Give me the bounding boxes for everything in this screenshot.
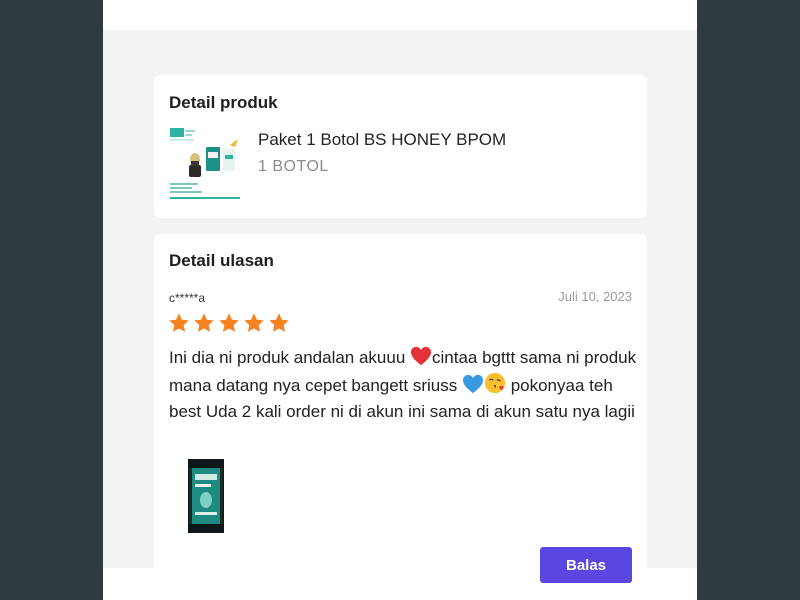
reviewer-name: c*****a	[169, 291, 206, 305]
face-blowing-kiss-icon	[484, 372, 506, 393]
product-thumbnail[interactable]	[168, 125, 242, 203]
product-detail-card: Detail produk Paket 1 Botol BS HONEY BPO…	[154, 75, 647, 218]
star-icon	[169, 313, 189, 332]
review-text-part1: Ini dia ni produk andalan akuuu	[169, 348, 411, 367]
red-heart-icon	[411, 346, 432, 366]
product-name: Paket 1 Botol BS HONEY BPOM	[258, 130, 507, 149]
content-area: Detail produk Paket 1 Botol BS HONEY BPO…	[103, 30, 697, 598]
phone-screen: Detail produk Paket 1 Botol BS HONEY BPO…	[103, 0, 697, 600]
star-icon	[269, 313, 289, 332]
star-icon	[219, 313, 239, 332]
star-rating	[168, 312, 290, 334]
star-icon	[244, 313, 264, 332]
review-date: Juli 10, 2023	[558, 289, 632, 304]
star-icon	[194, 313, 214, 332]
review-card-title: Detail ulasan	[169, 251, 274, 270]
reply-button[interactable]: Balas	[540, 547, 632, 583]
product-card-title: Detail produk	[169, 93, 278, 112]
review-detail-card: Detail ulasan c*****a Juli 10, 2023 Ini …	[154, 234, 647, 598]
review-photo[interactable]	[188, 459, 224, 533]
product-variant: 1 BOTOL	[258, 158, 329, 175]
blue-heart-icon	[462, 374, 483, 393]
review-text: Ini dia ni produk andalan akuuu cintaa b…	[169, 345, 639, 426]
